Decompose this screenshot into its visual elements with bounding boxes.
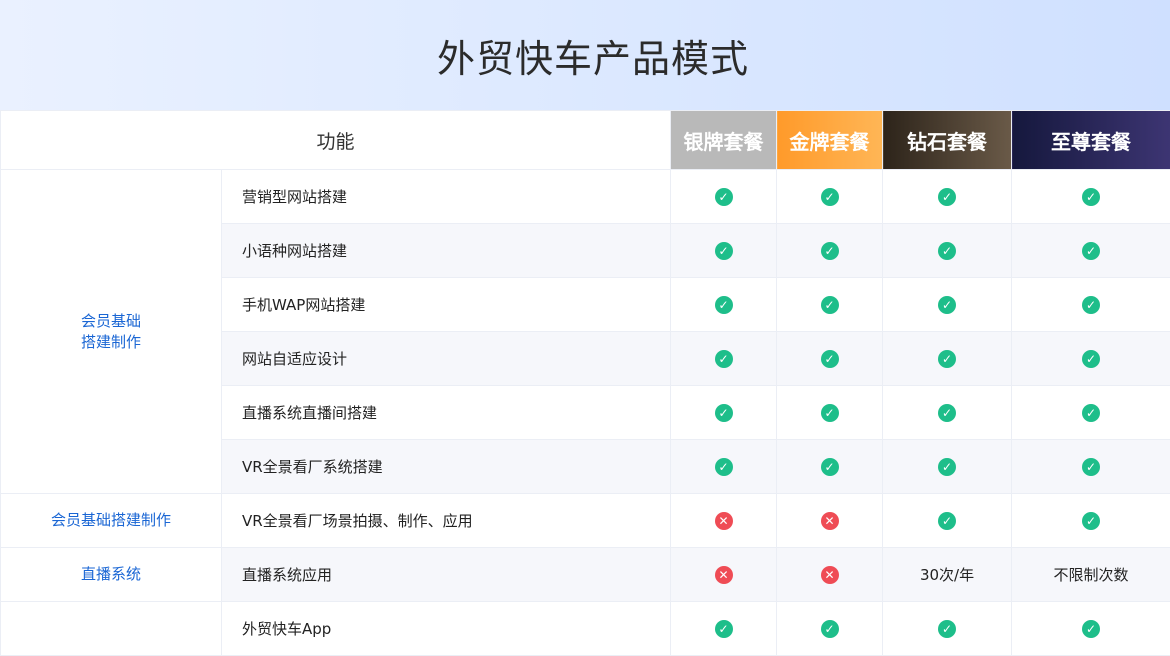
plan-status-cell: ✕ xyxy=(671,494,777,548)
plan-status-cell: ✓ xyxy=(1012,494,1170,548)
check-circle-icon: ✓ xyxy=(938,296,956,314)
plan-status-cell: ✓ xyxy=(777,386,883,440)
plan-status-cell: ✓ xyxy=(671,602,777,656)
check-circle-icon: ✓ xyxy=(938,512,956,530)
check-circle-icon: ✓ xyxy=(821,188,839,206)
plan-status-cell: ✓ xyxy=(1012,440,1170,494)
plan-status-cell: ✓ xyxy=(883,602,1012,656)
feature-name: 营销型网站搭建 xyxy=(222,170,671,224)
plan-status-cell: ✓ xyxy=(883,278,1012,332)
check-circle-icon: ✓ xyxy=(1082,512,1100,530)
plan-status-cell: ✓ xyxy=(883,170,1012,224)
check-circle-icon: ✓ xyxy=(938,350,956,368)
check-circle-icon: ✓ xyxy=(715,404,733,422)
plan-status-cell: ✓ xyxy=(777,224,883,278)
cross-circle-icon: ✕ xyxy=(821,512,839,530)
table-row: 外贸快车App ✓ ✓ ✓ ✓ xyxy=(1,602,1170,656)
check-circle-icon: ✓ xyxy=(1082,188,1100,206)
feature-name: 直播系统应用 xyxy=(222,548,671,602)
check-circle-icon: ✓ xyxy=(821,404,839,422)
plan-status-cell: ✓ xyxy=(883,494,1012,548)
check-circle-icon: ✓ xyxy=(1082,296,1100,314)
plan-status-cell: ✓ xyxy=(671,170,777,224)
plan-status-cell: ✓ xyxy=(777,332,883,386)
feature-name: 外贸快车App xyxy=(222,602,671,656)
table-header-row: 功能 银牌套餐 金牌套餐 钻石套餐 至尊套餐 xyxy=(1,111,1170,170)
check-circle-icon: ✓ xyxy=(715,458,733,476)
plan-status-cell: ✓ xyxy=(1012,386,1170,440)
category-cell-empty xyxy=(1,602,222,656)
plan-status-cell: ✓ xyxy=(671,278,777,332)
check-circle-icon: ✓ xyxy=(821,296,839,314)
feature-name: 手机WAP网站搭建 xyxy=(222,278,671,332)
check-circle-icon: ✓ xyxy=(821,242,839,260)
plan-status-cell: ✓ xyxy=(777,170,883,224)
check-circle-icon: ✓ xyxy=(821,620,839,638)
category-cell: 直播系统 xyxy=(1,548,222,602)
check-circle-icon: ✓ xyxy=(938,242,956,260)
check-circle-icon: ✓ xyxy=(715,242,733,260)
cross-circle-icon: ✕ xyxy=(715,566,733,584)
page-title: 外贸快车产品模式 xyxy=(0,32,1170,86)
table-row: 直播系统直播系统应用 ✕ ✕ 30次/年不限制次数 xyxy=(1,548,1170,602)
table-row: 会员基础搭建制作VR全景看厂场景拍摄、制作、应用 ✕ ✕ ✓ ✓ xyxy=(1,494,1170,548)
check-circle-icon: ✓ xyxy=(938,404,956,422)
check-circle-icon: ✓ xyxy=(715,188,733,206)
plan-status-cell: ✓ xyxy=(883,386,1012,440)
check-circle-icon: ✓ xyxy=(821,350,839,368)
plan-status-cell: ✓ xyxy=(777,602,883,656)
plan-header-supreme: 至尊套餐 xyxy=(1012,111,1170,170)
plan-header-silver: 银牌套餐 xyxy=(671,111,777,170)
plan-status-cell: ✓ xyxy=(883,224,1012,278)
plan-status-cell: ✓ xyxy=(671,386,777,440)
check-circle-icon: ✓ xyxy=(715,296,733,314)
plan-value-cell: 30次/年 xyxy=(883,548,1012,602)
plan-status-cell: ✓ xyxy=(1012,278,1170,332)
plan-status-cell: ✓ xyxy=(883,332,1012,386)
plan-status-cell: ✓ xyxy=(777,440,883,494)
plan-header-gold: 金牌套餐 xyxy=(777,111,883,170)
check-circle-icon: ✓ xyxy=(1082,242,1100,260)
plan-status-cell: ✓ xyxy=(777,278,883,332)
check-circle-icon: ✓ xyxy=(1082,404,1100,422)
plan-status-cell: ✕ xyxy=(777,494,883,548)
feature-name: 小语种网站搭建 xyxy=(222,224,671,278)
category-cell: 会员基础搭建制作 xyxy=(1,170,222,494)
cross-circle-icon: ✕ xyxy=(821,566,839,584)
plan-status-cell: ✕ xyxy=(671,548,777,602)
function-header: 功能 xyxy=(1,111,671,170)
check-circle-icon: ✓ xyxy=(1082,620,1100,638)
plan-status-cell: ✕ xyxy=(777,548,883,602)
plan-status-cell: ✓ xyxy=(883,440,1012,494)
check-circle-icon: ✓ xyxy=(821,458,839,476)
check-circle-icon: ✓ xyxy=(938,620,956,638)
plan-status-cell: ✓ xyxy=(1012,332,1170,386)
plan-value-cell: 不限制次数 xyxy=(1012,548,1170,602)
plan-status-cell: ✓ xyxy=(671,224,777,278)
category-cell: 会员基础搭建制作 xyxy=(1,494,222,548)
check-circle-icon: ✓ xyxy=(1082,458,1100,476)
table-row: 会员基础搭建制作营销型网站搭建✓✓✓✓ xyxy=(1,170,1170,224)
feature-name: 网站自适应设计 xyxy=(222,332,671,386)
check-circle-icon: ✓ xyxy=(715,620,733,638)
plan-status-cell: ✓ xyxy=(1012,602,1170,656)
plan-status-cell: ✓ xyxy=(1012,224,1170,278)
feature-name: VR全景看厂场景拍摄、制作、应用 xyxy=(222,494,671,548)
plan-status-cell: ✓ xyxy=(671,332,777,386)
check-circle-icon: ✓ xyxy=(938,188,956,206)
cross-circle-icon: ✕ xyxy=(715,512,733,530)
check-circle-icon: ✓ xyxy=(938,458,956,476)
plan-comparison-table: 功能 银牌套餐 金牌套餐 钻石套餐 至尊套餐 会员基础搭建制作营销型网站搭建✓✓… xyxy=(0,110,1170,656)
check-circle-icon: ✓ xyxy=(715,350,733,368)
plan-header-diamond: 钻石套餐 xyxy=(883,111,1012,170)
plan-status-cell: ✓ xyxy=(671,440,777,494)
feature-name: 直播系统直播间搭建 xyxy=(222,386,671,440)
feature-name: VR全景看厂系统搭建 xyxy=(222,440,671,494)
check-circle-icon: ✓ xyxy=(1082,350,1100,368)
plan-status-cell: ✓ xyxy=(1012,170,1170,224)
